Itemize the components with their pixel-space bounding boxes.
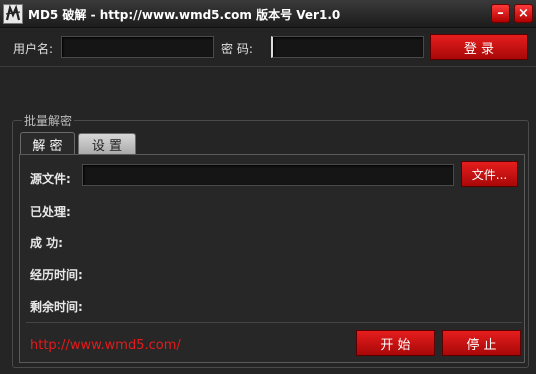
- file-browse-button[interactable]: 文件...: [461, 161, 518, 187]
- password-field[interactable]: [271, 36, 424, 58]
- close-icon[interactable]: ×: [514, 4, 533, 23]
- window-title: MD5 破解 - http://www.wmd5.com 版本号 Ver1.0: [28, 8, 341, 22]
- source-file-label: 源文件:: [30, 172, 71, 186]
- stop-button[interactable]: 停 止: [442, 330, 521, 356]
- username-field[interactable]: [61, 36, 214, 58]
- elapsed-time-label: 经历时间:: [30, 268, 83, 282]
- tab-decrypt[interactable]: 解 密: [20, 132, 75, 155]
- remaining-time-label: 剩余时间:: [30, 300, 83, 314]
- tab-settings[interactable]: 设 置: [78, 133, 136, 155]
- minimize-icon[interactable]: –: [491, 4, 510, 23]
- source-file-field[interactable]: [82, 164, 454, 186]
- group-title: 批量解密: [22, 112, 75, 129]
- processed-label: 已处理:: [30, 205, 71, 219]
- panel-divider: [26, 322, 522, 323]
- success-label: 成 功:: [30, 236, 63, 250]
- username-label: 用户名:: [13, 42, 54, 56]
- title-bar: MD5 破解 - http://www.wmd5.com 版本号 Ver1.0 …: [0, 0, 536, 28]
- app-logo-icon: [3, 4, 23, 24]
- divider: [0, 66, 536, 67]
- password-label: 密 码:: [221, 42, 253, 56]
- start-button[interactable]: 开 始: [356, 330, 435, 356]
- login-button[interactable]: 登 录: [430, 34, 528, 60]
- website-link[interactable]: http://www.wmd5.com/: [30, 338, 181, 353]
